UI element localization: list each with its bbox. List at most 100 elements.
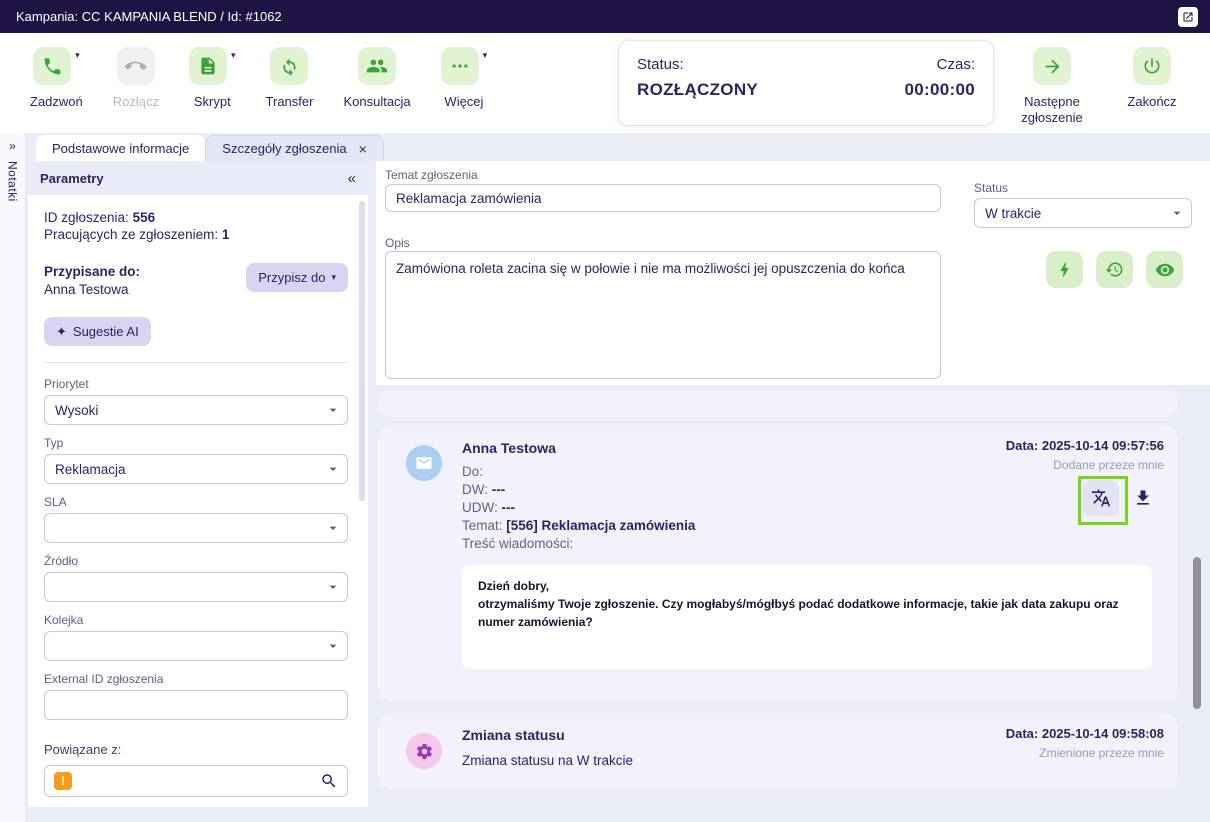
preview-button[interactable] bbox=[1146, 251, 1183, 288]
finish-label: Zakończ bbox=[1127, 94, 1177, 109]
assign-to-button[interactable]: Przypisz do ▾ bbox=[246, 263, 348, 292]
type-label: Typ bbox=[44, 436, 64, 450]
sparkle-icon: ✦ bbox=[56, 323, 67, 339]
scrollbar-thumb[interactable] bbox=[359, 201, 365, 501]
timeline-item-partial bbox=[378, 391, 1178, 417]
ticket-form: Temat zgłoszenia Status W trakcie Opis Z… bbox=[376, 161, 1210, 385]
chevron-down-icon bbox=[329, 644, 337, 648]
next-ticket-label: Następne zgłoszenie bbox=[1021, 94, 1083, 126]
timeline-email-item: Anna Testowa Data: 2025-10-14 09:57:56 D… bbox=[378, 425, 1178, 701]
external-id-input[interactable] bbox=[44, 690, 348, 720]
download-button[interactable] bbox=[1133, 488, 1153, 508]
envelope-icon bbox=[416, 457, 432, 469]
history-icon bbox=[1105, 262, 1123, 277]
more-button[interactable]: ▾ Więcej bbox=[440, 47, 487, 109]
status-change-title: Zmiana statusu bbox=[462, 727, 565, 743]
finish-button[interactable]: Zakończ bbox=[1114, 47, 1190, 127]
description-textarea[interactable]: Zamówiona roleta zacina się w połowie i … bbox=[385, 251, 941, 379]
call-toolbar: ▾ Zadzwoń Rozłącz ▾ Skrypt Transfer Kons… bbox=[0, 33, 1210, 133]
phone-icon bbox=[33, 47, 72, 85]
tab-basic-info[interactable]: Podstawowe informacje bbox=[36, 135, 206, 161]
email-date: Data: 2025-10-14 09:57:56 bbox=[1005, 438, 1164, 453]
assigned-to-name: Anna Testowa bbox=[44, 282, 129, 297]
ticket-status-select[interactable]: W trakcie bbox=[974, 198, 1192, 228]
transfer-button[interactable]: Transfer bbox=[265, 47, 314, 109]
close-tab-icon[interactable]: × bbox=[359, 141, 367, 157]
status-change-date: Data: 2025-10-14 09:58:08 bbox=[1005, 726, 1164, 741]
email-cc-line: DW: --- bbox=[462, 482, 506, 497]
sla-select[interactable] bbox=[44, 513, 348, 543]
status-value: ROZŁĄCZONY bbox=[637, 80, 759, 99]
lightning-icon bbox=[1060, 262, 1069, 277]
campaign-title: Kampania: CC KAMPANIA BLEND / Id: #1062 bbox=[16, 9, 282, 24]
queue-label: Kolejka bbox=[44, 613, 84, 627]
transfer-icon bbox=[270, 47, 309, 85]
caret-down-icon: ▾ bbox=[331, 272, 336, 282]
call-button[interactable]: ▾ Zadzwoń bbox=[30, 47, 83, 109]
notes-rail-label: Notatki bbox=[5, 161, 20, 202]
script-label: Skrypt bbox=[193, 94, 231, 109]
consultation-label: Konsultacja bbox=[343, 94, 411, 109]
email-avatar bbox=[406, 445, 442, 481]
priority-select[interactable]: Wysoki bbox=[44, 395, 348, 425]
type-select[interactable]: Reklamacja bbox=[44, 454, 348, 484]
email-meta: Data: 2025-10-14 09:57:56 Dodane przeze … bbox=[1006, 438, 1164, 472]
consultation-button[interactable]: Konsultacja bbox=[343, 47, 411, 109]
chevron-down-icon bbox=[329, 467, 337, 471]
parameters-title: Parametry bbox=[40, 170, 104, 186]
time-label: Czas: bbox=[936, 56, 975, 73]
chevron-down-icon bbox=[329, 526, 337, 530]
chevron-down-icon bbox=[1173, 211, 1181, 215]
ai-suggestions-button[interactable]: ✦ Sugestie AI bbox=[44, 317, 151, 346]
open-in-new-icon bbox=[1183, 12, 1193, 21]
status-change-meta: Data: 2025-10-14 09:58:08 Zmienione prze… bbox=[1006, 726, 1164, 760]
related-badge-icon: ! bbox=[54, 772, 72, 790]
queue-select[interactable] bbox=[44, 631, 348, 661]
sla-label: SLA bbox=[44, 495, 67, 509]
hangup-button: Rozłącz bbox=[113, 47, 159, 109]
quick-actions-button[interactable] bbox=[1046, 251, 1083, 288]
gear-icon bbox=[416, 743, 432, 759]
parameters-panel: Parametry « ID zgłoszenia: 556 Pracujący… bbox=[28, 161, 368, 807]
email-subject-line: Temat: [556] Reklamacja zamówienia bbox=[462, 518, 696, 533]
ticket-tabs: Podstawowe informacje Szczegóły zgłoszen… bbox=[36, 135, 384, 161]
tab-ticket-details[interactable]: Szczegóły zgłoszenia × bbox=[205, 135, 384, 161]
next-ticket-button[interactable]: Następne zgłoszenie bbox=[1014, 47, 1090, 127]
notes-rail[interactable]: » Notatki bbox=[0, 133, 26, 822]
people-icon bbox=[358, 47, 397, 85]
priority-label: Priorytet bbox=[44, 377, 89, 391]
transfer-label: Transfer bbox=[265, 94, 314, 109]
description-label: Opis bbox=[385, 236, 410, 250]
ellipsis-icon bbox=[440, 47, 479, 85]
related-search-box[interactable]: ! bbox=[44, 765, 348, 797]
email-body: Dzień dobry, otrzymaliśmy Twoje zgłoszen… bbox=[462, 565, 1152, 669]
related-label: Powiązane z: bbox=[44, 742, 122, 757]
assigned-to-block: Przypisane do: Anna Testowa bbox=[44, 263, 140, 299]
hangup-phone-icon bbox=[116, 47, 155, 85]
arrow-right-icon bbox=[1033, 47, 1071, 85]
scrollbar-thumb[interactable] bbox=[1193, 557, 1201, 709]
ticket-timeline: Anna Testowa Data: 2025-10-14 09:57:56 D… bbox=[376, 385, 1210, 822]
status-label: Status: bbox=[637, 56, 684, 73]
history-button[interactable] bbox=[1096, 251, 1133, 288]
assigned-to-label: Przypisane do: bbox=[44, 264, 141, 279]
hangup-label: Rozłącz bbox=[112, 94, 159, 109]
subject-label: Temat zgłoszenia bbox=[385, 168, 478, 182]
collapse-panel-icon[interactable]: « bbox=[348, 170, 356, 187]
power-icon bbox=[1133, 47, 1171, 85]
call-status-card: Status: ROZŁĄCZONY Czas: 00:00:00 bbox=[618, 40, 994, 126]
translate-button[interactable] bbox=[1083, 480, 1119, 516]
related-search-input[interactable] bbox=[80, 772, 312, 790]
search-icon bbox=[322, 774, 336, 788]
script-button[interactable]: ▾ Skrypt bbox=[189, 47, 236, 109]
time-value: 00:00:00 bbox=[904, 80, 975, 99]
tab-basic-info-label: Podstawowe informacje bbox=[52, 140, 190, 156]
email-body-label: Treść wiadomości: bbox=[462, 536, 574, 551]
campaign-header: Kampania: CC KAMPANIA BLEND / Id: #1062 bbox=[0, 0, 1210, 33]
divider bbox=[44, 362, 348, 363]
expand-rail-icon[interactable]: » bbox=[9, 139, 16, 153]
ticket-status-label: Status bbox=[974, 181, 1009, 195]
open-in-new-window-button[interactable] bbox=[1178, 6, 1198, 27]
source-select[interactable] bbox=[44, 572, 348, 602]
subject-input[interactable] bbox=[385, 184, 941, 212]
